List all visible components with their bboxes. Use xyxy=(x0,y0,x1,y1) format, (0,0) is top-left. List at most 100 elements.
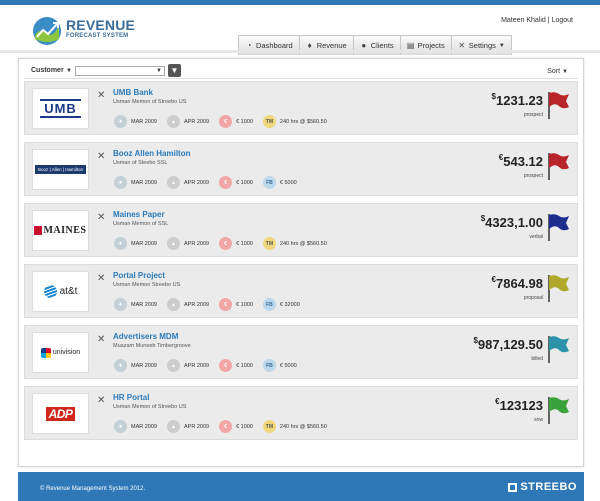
project-status: sow xyxy=(534,417,543,423)
footer: © Revenue Management System 2012. STREEB… xyxy=(18,472,584,501)
start-date-value: MAR 2009 xyxy=(131,240,157,247)
project-name[interactable]: Maines Paper xyxy=(113,210,165,219)
tools-icon[interactable]: ✕ xyxy=(97,395,105,406)
caret-down-icon[interactable]: ▼ xyxy=(66,68,72,74)
project-name[interactable]: Advertisers MDM xyxy=(113,332,178,341)
project-client: Usman Memon of SSL xyxy=(113,221,169,227)
project-meta: ✈ MAR 2009 ▲ APR 2009 € € 1000 TM 240 hr… xyxy=(114,420,337,433)
customer-filter-label[interactable]: Customer xyxy=(31,67,64,74)
billing-value: 240 hrs @ $560.50 xyxy=(279,423,327,430)
start-date-value: MAR 2009 xyxy=(131,179,157,186)
calendar-end-icon: ▲ xyxy=(167,359,180,372)
status-flag-icon[interactable] xyxy=(546,273,570,303)
end-date-value: APR 2009 xyxy=(184,423,210,430)
end-date-value: APR 2009 xyxy=(184,179,210,186)
tools-icon[interactable]: ✕ xyxy=(97,90,105,101)
project-status: prospect xyxy=(523,173,543,179)
rate-value: € 1000 xyxy=(236,118,253,125)
billing: TM 240 hrs @ $560.50 xyxy=(262,420,327,433)
chevron-down-icon: ▼ xyxy=(498,42,505,49)
filter-divider xyxy=(24,78,578,79)
end-date: ▲ APR 2009 xyxy=(167,115,209,128)
caret-down-icon: ▼ xyxy=(562,69,568,75)
rate-value: € 1000 xyxy=(236,362,253,369)
rate-value: € 1000 xyxy=(236,179,253,186)
user-bar: Mateen Khalid | Logout xyxy=(501,17,573,24)
sort-label: Sort xyxy=(547,68,561,75)
nav-clients-label: Clients xyxy=(370,41,394,50)
client-logo: univision xyxy=(32,332,89,373)
app-logo[interactable]: REVENUE FORECAST SYSTEM xyxy=(31,15,135,51)
header: REVENUE FORECAST SYSTEM Mateen Khalid | … xyxy=(0,5,600,55)
project-row[interactable]: at&t ✕ Portal Project Usman Memon Streeb… xyxy=(24,264,578,318)
projects-panel: Customer ▼ ▼ ▼ Sort ▼ UMB ✕ UMB Bank Usm… xyxy=(18,58,584,467)
booz-logo-text: Booz | Allen | Hamilton xyxy=(34,165,87,174)
rate: € € 1000 xyxy=(219,176,253,189)
start-date: ✈ MAR 2009 xyxy=(114,420,157,433)
att-globe-icon xyxy=(43,285,57,298)
billing-value: 240 hrs @ $560.50 xyxy=(279,240,327,247)
user-icon: ● xyxy=(361,41,367,50)
status-flag-icon[interactable] xyxy=(546,90,570,120)
user-separator: | xyxy=(547,17,550,24)
start-date-value: MAR 2009 xyxy=(131,362,157,369)
calendar-end-icon: ▲ xyxy=(167,176,180,189)
status-flag-icon[interactable] xyxy=(546,395,570,425)
rate: € € 1000 xyxy=(219,115,253,128)
end-date-value: APR 2009 xyxy=(184,118,210,125)
project-name[interactable]: Portal Project xyxy=(113,271,165,280)
project-name[interactable]: HR Portal xyxy=(113,393,149,402)
project-row[interactable]: univision ✕ Advertisers MDM Muazam Munee… xyxy=(24,325,578,379)
rate: € € 1000 xyxy=(219,237,253,250)
project-status: prospect xyxy=(523,112,543,118)
tools-icon[interactable]: ✕ xyxy=(97,273,105,284)
project-row[interactable]: UMB ✕ UMB Bank Usman Memon of Streebo US… xyxy=(24,81,578,135)
project-status: billed xyxy=(531,356,543,362)
att-logo-text: at&t xyxy=(59,286,78,297)
project-row[interactable]: MAINES ✕ Maines Paper Usman Memon of SSL… xyxy=(24,203,578,257)
rate: € € 1000 xyxy=(219,359,253,372)
filter-bar: Customer ▼ ▼ ▼ Sort ▼ xyxy=(19,59,583,79)
filter-button[interactable]: ▼ xyxy=(168,64,181,77)
customer-select[interactable]: ▼ xyxy=(75,66,165,76)
nav-settings-label: Settings xyxy=(468,41,496,50)
end-date-value: APR 2009 xyxy=(184,362,210,369)
billing: FB € 32000 xyxy=(262,298,300,311)
user-name-link[interactable]: Mateen Khalid xyxy=(501,17,546,24)
tools-icon[interactable]: ✕ xyxy=(97,212,105,223)
end-date: ▲ APR 2009 xyxy=(167,298,209,311)
project-meta: ✈ MAR 2009 ▲ APR 2009 € € 1000 FB € 5000 xyxy=(114,359,307,372)
sort-dropdown[interactable]: Sort ▼ xyxy=(547,68,568,75)
project-row[interactable]: Booz | Allen | Hamilton ✕ Booz Allen Ham… xyxy=(24,142,578,196)
project-status: proposal xyxy=(523,295,543,301)
nav-revenue-label: Revenue xyxy=(316,41,347,50)
rate-value: € 1000 xyxy=(236,423,253,430)
nav-underline xyxy=(0,50,600,53)
end-date-value: APR 2009 xyxy=(184,240,210,247)
project-name[interactable]: Booz Allen Hamilton xyxy=(113,149,190,158)
project-name[interactable]: UMB Bank xyxy=(113,88,153,97)
tools-icon[interactable]: ✕ xyxy=(97,334,105,345)
project-client: Usman Memon of Streebo US xyxy=(113,99,187,105)
project-amount: €543.12 xyxy=(498,153,543,169)
client-logo: MAINES xyxy=(32,210,89,251)
project-client: Usman Memon Streebo US xyxy=(113,282,181,288)
logout-link[interactable]: Logout xyxy=(552,17,573,24)
start-date: ✈ MAR 2009 xyxy=(114,237,157,250)
streebo-brand[interactable]: STREEBO xyxy=(508,481,577,493)
start-date: ✈ MAR 2009 xyxy=(114,176,157,189)
project-row[interactable]: ADP ✕ HR Portal Usman Memon of Streebo U… xyxy=(24,386,578,440)
status-flag-icon[interactable] xyxy=(546,334,570,364)
project-amount: $987,129.50 xyxy=(473,336,543,352)
billing: TM 240 hrs @ $560.50 xyxy=(262,115,327,128)
status-flag-icon[interactable] xyxy=(546,212,570,242)
client-logo: at&t xyxy=(32,271,89,312)
univision-logo-text: univision xyxy=(52,349,81,356)
billing-value: € 5000 xyxy=(279,362,297,369)
billing: FB € 5000 xyxy=(262,176,297,189)
adp-logo-text: ADP xyxy=(45,406,76,421)
project-meta: ✈ MAR 2009 ▲ APR 2009 € € 1000 TM 240 hr… xyxy=(114,237,337,250)
end-date: ▲ APR 2009 xyxy=(167,359,209,372)
tools-icon[interactable]: ✕ xyxy=(97,151,105,162)
status-flag-icon[interactable] xyxy=(546,151,570,181)
